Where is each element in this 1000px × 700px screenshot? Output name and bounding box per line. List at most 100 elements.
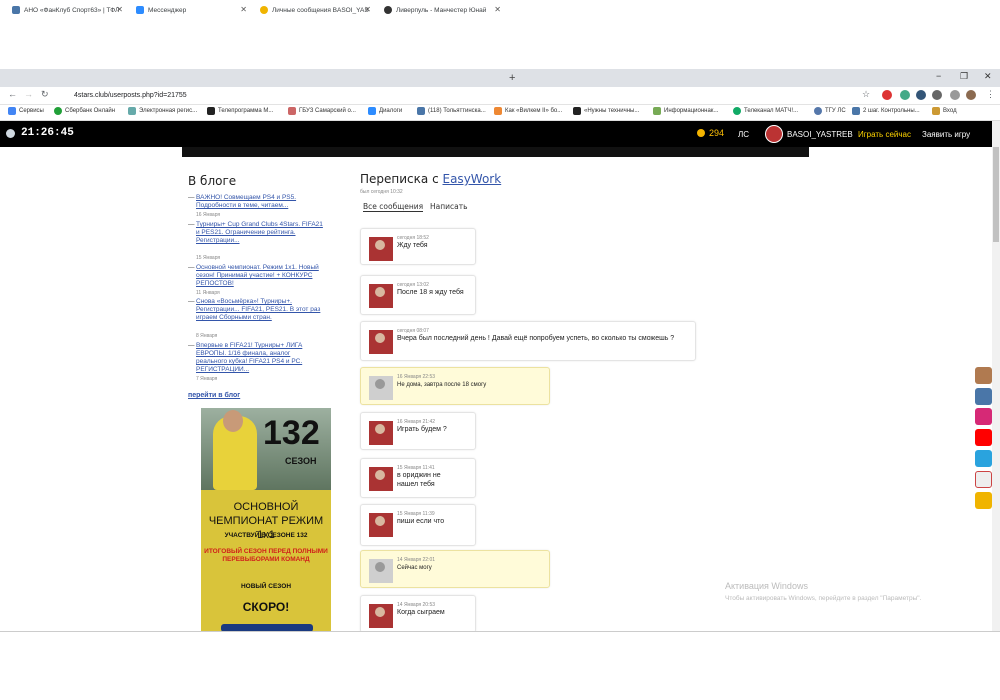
play-now-link[interactable]: Играть сейчас — [858, 130, 911, 139]
bookmark-item[interactable]: Информационнак... — [653, 107, 718, 115]
private-messages-link[interactable]: ЛС — [738, 130, 749, 139]
coin-icon — [697, 129, 705, 137]
blog-link[interactable]: — Впервые в FIFA21! Турниры+ ЛИГА ЕВРОПЫ.… — [188, 342, 323, 374]
bookmark-item[interactable]: ТГУ ЛС — [814, 107, 846, 115]
message-date: 15 Января 11:39 — [397, 511, 435, 517]
blog-date: 8 Января — [196, 333, 218, 339]
bookmark-item[interactable]: Сбербанк Онлайн — [54, 107, 115, 115]
banner-button[interactable] — [221, 624, 313, 631]
profile-avatar[interactable] — [966, 90, 976, 100]
star-icon[interactable] — [975, 492, 992, 509]
partner-link[interactable]: EasyWork — [443, 172, 502, 186]
claim-game-link[interactable]: Заявить игру — [922, 130, 970, 139]
close-tab-icon[interactable]: ✕ — [364, 5, 371, 14]
avatar[interactable] — [369, 513, 393, 537]
bookmark-item[interactable]: Телеканал МАТЧ!... — [733, 107, 798, 115]
avatar[interactable] — [369, 467, 393, 491]
new-tab-icon[interactable]: + — [509, 72, 515, 84]
extension-icon[interactable] — [900, 90, 910, 100]
tab-liverpool[interactable]: Ливерпуль - Манчестер Юнай ✕ — [376, 2, 506, 18]
tab-write[interactable]: Написать — [430, 202, 468, 211]
conversation-title: Переписка с EasyWork — [360, 172, 502, 186]
clock: 21:26:45 — [6, 127, 74, 139]
menu-dots-icon[interactable]: ⋮ — [986, 89, 995, 100]
blog-date: 16 Января — [196, 212, 221, 218]
site-icon — [814, 107, 822, 115]
avatar[interactable] — [369, 284, 393, 308]
bookmark-item[interactable]: ГБУЗ Самарский о... — [288, 107, 356, 115]
username-link[interactable]: BASOI_YASTREB — [787, 130, 853, 139]
bookmark-item[interactable]: 2 шаг. Контрольны... — [852, 107, 920, 115]
tab-private-messages[interactable]: Личные сообщения BASOI_YAS ✕ — [252, 2, 376, 18]
message-text: Когда сыграем — [397, 609, 445, 616]
reload-icon[interactable]: ↻ — [41, 89, 49, 100]
site-icon — [288, 107, 296, 115]
banner-soon: СКОРО! — [242, 600, 290, 614]
message-text: После 18 я жду тебя — [397, 289, 464, 296]
scrollbar-thumb[interactable] — [993, 147, 999, 242]
back-icon[interactable]: ← — [8, 89, 17, 99]
vk-icon — [417, 107, 425, 115]
close-tab-icon[interactable]: ✕ — [116, 5, 123, 14]
message-text: Жду тебя — [397, 242, 428, 249]
to-blog-link[interactable]: перейти в блог — [188, 392, 240, 399]
instagram-icon[interactable] — [975, 408, 992, 425]
tab-all-messages[interactable]: Все сообщения — [363, 202, 424, 212]
bookmark-item[interactable]: «Нужны техничны... — [573, 107, 639, 115]
avatar[interactable] — [369, 237, 393, 261]
banner-participate: УЧАСТВУЙ В СЕЗОНЕ 132 — [224, 532, 308, 539]
season-banner[interactable]: 132 СЕЗОН ОСНОВНОЙ ЧЕМПИОНАТ РЕЖИМ 1х1 У… — [201, 408, 331, 631]
youtube-icon[interactable] — [975, 429, 992, 446]
vk-icon — [852, 107, 860, 115]
bookmark-item[interactable]: Электронная регис... — [128, 107, 197, 115]
sports-favicon-icon — [384, 6, 392, 14]
bookmark-item[interactable]: Как «Вилкем II» бо... — [494, 107, 562, 115]
blog-link[interactable]: — ВАЖНО! Совмещаем PS4 и PS5. Подробности… — [188, 194, 323, 210]
close-window-icon[interactable]: ✕ — [984, 71, 992, 82]
telegram-icon[interactable] — [975, 450, 992, 467]
blog-link[interactable]: — Турниры+ Cup Grand Clubs 4Stars. FIFA21… — [188, 221, 323, 245]
bottom-margin — [0, 631, 1000, 700]
user-avatar[interactable] — [765, 125, 783, 143]
blog-date: 15 Января — [196, 255, 221, 261]
sber-icon — [54, 107, 62, 115]
forward-icon[interactable]: → — [24, 89, 33, 99]
minimize-icon[interactable]: − — [936, 71, 941, 81]
blog-link[interactable]: — Основной чемпионат. Режим 1х1. Новый се… — [188, 264, 323, 288]
extension-icon[interactable] — [916, 90, 926, 100]
avatar[interactable] — [369, 330, 393, 354]
extensions-puzzle-icon[interactable] — [932, 90, 942, 100]
media-icon[interactable] — [950, 90, 960, 100]
avatar[interactable] — [369, 604, 393, 628]
own-message: 16 Января 22:53 Не дома, завтра после 18… — [360, 367, 550, 405]
tab-fanclub[interactable]: АНО «ФанКлуб Спорт63» | ТФЛ ✕ — [4, 2, 128, 18]
banner-final-season: ИТОГОВЫЙ СЕЗОН ПЕРЕД ПОЛНЫМИ ПЕРЕВЫБОРАМ… — [204, 548, 328, 563]
apps-icon — [8, 107, 16, 115]
chat-icon[interactable] — [975, 471, 992, 488]
sub-navigation — [182, 147, 809, 157]
bookmark-star-icon[interactable]: ☆ — [862, 89, 870, 100]
avatar-social-icon[interactable] — [975, 367, 992, 384]
globe-icon — [6, 128, 15, 138]
bookmark-item[interactable]: Сервисы — [8, 107, 44, 115]
match-tv-icon — [733, 107, 741, 115]
avatar[interactable] — [369, 559, 393, 583]
avatar[interactable] — [369, 376, 393, 400]
blog-link[interactable]: — Снова «Восьмёрка»! Турниры+. Регистраци… — [188, 298, 323, 322]
avatar[interactable] — [369, 421, 393, 445]
bookmark-item[interactable]: (118) Тольяттинска... — [417, 107, 486, 115]
coins-balance[interactable]: 294 — [697, 128, 724, 138]
bookmark-item[interactable]: Телепрограмма М... — [207, 107, 273, 115]
tab-messenger[interactable]: Мессенджер ✕ — [128, 2, 252, 18]
message-date: сегодня 08:07 — [397, 328, 429, 334]
bookmark-item[interactable]: Вход — [932, 107, 957, 115]
url-field[interactable]: 4stars.club/userposts.php?id=21755 — [58, 89, 878, 103]
extension-icon[interactable] — [882, 90, 892, 100]
own-message: 14 Января 22:01 Сейчас могу — [360, 550, 550, 588]
maximize-icon[interactable]: ❐ — [960, 71, 968, 82]
close-tab-icon[interactable]: ✕ — [494, 5, 501, 14]
vk-icon[interactable] — [975, 388, 992, 405]
message-text: Сейчас могу — [397, 565, 432, 571]
bookmark-item[interactable]: Диалоги — [368, 107, 402, 115]
close-tab-icon[interactable]: ✕ — [240, 5, 247, 14]
